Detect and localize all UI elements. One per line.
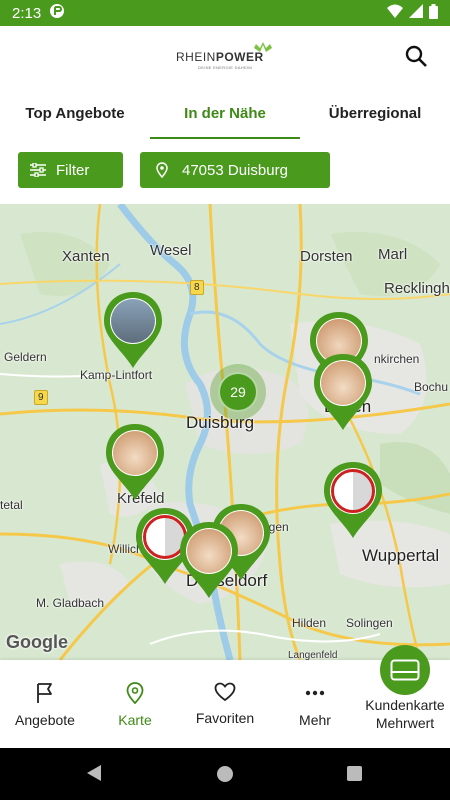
kundenkarte-label[interactable]: Kundenkarte Mehrwert: [360, 696, 450, 732]
search-button[interactable]: [404, 44, 430, 70]
road-number-badge: 9: [34, 390, 48, 405]
notification-icon: [49, 3, 65, 23]
tab-in-der-naehe[interactable]: In der Nähe: [150, 88, 300, 140]
filter-button[interactable]: Filter: [18, 152, 123, 188]
map-city-label: Wesel: [150, 242, 192, 259]
status-bar: 2:13: [0, 0, 450, 26]
back-icon[interactable]: [86, 764, 102, 782]
road-number-badge: 8: [190, 280, 204, 295]
nav-label: Favoriten: [195, 710, 255, 726]
map-city-label: Langenfeld: [288, 650, 338, 660]
cluster-count: 29: [218, 372, 258, 412]
map-city-label: M. Gladbach: [36, 596, 105, 610]
offer-thumbnail-family: [187, 529, 231, 573]
map-city-label: Geldern: [4, 350, 47, 364]
map-city-label: Recklinghau: [384, 280, 450, 297]
status-time: 2:13: [12, 4, 42, 22]
logo-wordmark: RHEINPOWER: [176, 50, 264, 64]
nav-label: Karte: [118, 712, 152, 728]
wifi-icon: [387, 4, 403, 22]
nav-label: Angebote: [15, 712, 75, 728]
heart-icon: [214, 682, 236, 702]
nav-mehr[interactable]: Mehr: [270, 660, 360, 748]
sliders-icon: [30, 163, 46, 177]
filter-label: Filter: [56, 161, 90, 179]
map-city-label: Dorsten: [300, 248, 353, 265]
search-icon: [405, 45, 427, 67]
map-view[interactable]: Wesel Xanten Dorsten Marl Recklinghau Ge…: [0, 204, 450, 660]
rheinpower-logo: RHEINPOWER DEINE ENERGIE DAHEIM: [176, 42, 272, 72]
map-marker-offer[interactable]: [102, 290, 164, 370]
nav-label: Mehr: [299, 712, 331, 728]
offer-thumbnail-family: [113, 431, 157, 475]
map-pin-icon: [156, 162, 168, 178]
map-pin-icon: [126, 682, 144, 704]
offer-thumbnail-car: [111, 299, 155, 343]
offer-thumbnail-family: [321, 361, 365, 405]
battery-icon: [429, 3, 438, 23]
kundenkarte-button[interactable]: [380, 645, 430, 695]
map-city-label: Solingen: [346, 616, 393, 630]
map-city-label: nkirchen: [374, 352, 420, 366]
map-city-label: Hilden: [292, 616, 327, 630]
location-button[interactable]: 47053 Duisburg: [140, 152, 330, 188]
recent-apps-icon[interactable]: [347, 766, 362, 781]
map-marker-offer[interactable]: [322, 460, 384, 540]
home-icon[interactable]: [217, 766, 233, 782]
map-city-label: Marl: [378, 246, 408, 263]
tab-bar: Top Angebote In der Nähe Überregional: [0, 88, 450, 140]
map-city-label: Bochu: [414, 380, 449, 394]
signal-icon: [409, 4, 423, 22]
more-dots-icon: [305, 690, 325, 696]
map-city-label: Xanten: [62, 248, 110, 265]
kundenkarte-label-line2: Mehrwert: [375, 715, 435, 731]
flag-icon: [37, 683, 52, 703]
logo-tagline: DEINE ENERGIE DAHEIM: [198, 65, 253, 70]
app-header: RHEINPOWER DEINE ENERGIE DAHEIM: [0, 26, 450, 88]
tab-top-angebote[interactable]: Top Angebote: [0, 88, 150, 140]
card-icon: [390, 659, 420, 681]
map-marker-offer[interactable]: [178, 520, 240, 600]
map-city-label: Kamp-Lintfort: [80, 368, 153, 382]
google-attribution: Google: [6, 632, 68, 652]
map-cluster-marker[interactable]: 29: [210, 364, 266, 420]
offer-thumbnail-sale: [331, 469, 375, 513]
system-navigation-bar: [0, 748, 450, 800]
nav-angebote[interactable]: Angebote: [0, 660, 90, 748]
map-city-label: tetal: [0, 498, 23, 512]
kundenkarte-label-line1: Kundenkarte: [365, 697, 445, 713]
map-marker-offer[interactable]: [312, 352, 374, 432]
location-label: 47053 Duisburg: [182, 161, 288, 179]
nav-karte[interactable]: Karte: [90, 660, 180, 748]
map-marker-offer[interactable]: [104, 422, 166, 502]
map-city-label: Wuppertal: [362, 546, 440, 565]
tab-ueberregional[interactable]: Überregional: [300, 88, 450, 140]
nav-favoriten[interactable]: Favoriten: [180, 660, 270, 748]
